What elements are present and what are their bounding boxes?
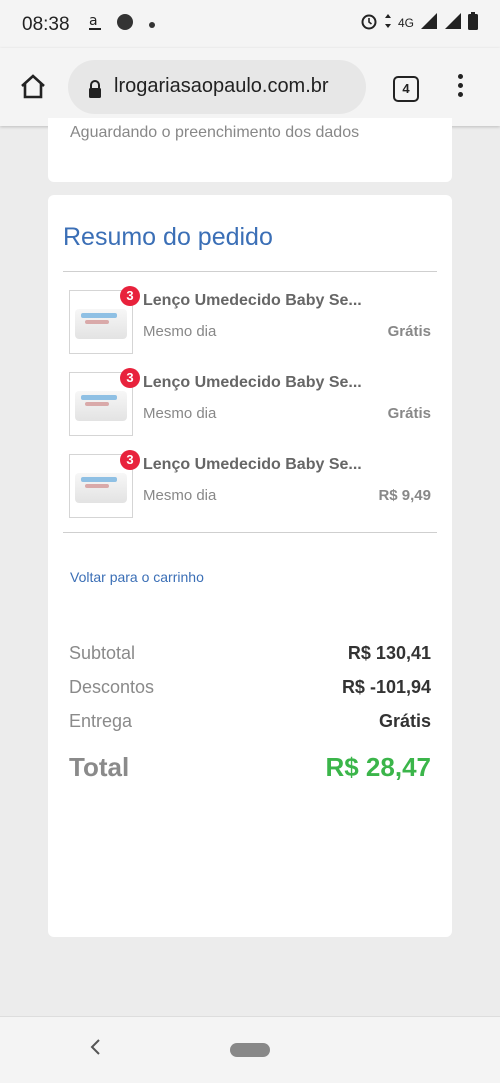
- discount-value: R$ -101,94: [341, 677, 431, 697]
- svg-text:a: a: [89, 13, 98, 29]
- tab-switcher-button[interactable]: 4: [393, 76, 419, 102]
- item-price: Grátis: [387, 405, 431, 422]
- quantity-badge: 3: [120, 286, 140, 306]
- item-name: Lenço Umedecido Baby Se...: [143, 456, 362, 473]
- item-price: R$ 9,49: [378, 487, 431, 504]
- system-nav-bar: [0, 1016, 500, 1083]
- back-icon[interactable]: [88, 1037, 102, 1063]
- signal-icon: [420, 12, 438, 33]
- order-item[interactable]: 3 Lenço Umedecido Baby Se... Mesmo dia R…: [69, 450, 437, 520]
- step-status-text: Aguardando o preenchimento dos dados: [70, 124, 360, 141]
- item-shipping: Mesmo dia: [143, 323, 217, 340]
- url-text: lrogariasaopaulo.com.br: [114, 75, 329, 97]
- quantity-badge: 3: [120, 450, 140, 470]
- alarm-icon: [360, 12, 378, 33]
- delivery-label: Entrega: [69, 711, 133, 731]
- order-item[interactable]: 3 Lenço Umedecido Baby Se... Mesmo dia G…: [69, 368, 437, 438]
- discount-label: Descontos: [69, 677, 155, 697]
- clock-time: 08:38: [22, 14, 70, 35]
- subtotal-value: R$ 130,41: [347, 643, 431, 663]
- total-label: Total: [69, 752, 130, 782]
- previous-step-card: Aguardando o preenchimento dos dados: [48, 118, 452, 182]
- address-bar[interactable]: lrogariasaopaulo.com.br: [68, 60, 366, 114]
- amazon-icon: a: [88, 13, 102, 36]
- delivery-value: Grátis: [378, 711, 431, 731]
- battery-icon: [468, 12, 478, 33]
- browser-toolbar: lrogariasaopaulo.com.br 4: [0, 48, 500, 126]
- order-summary-card: Resumo do pedido 3 Lenço Umedecido Baby …: [48, 195, 452, 937]
- signal-icon-2: [444, 12, 462, 33]
- item-name: Lenço Umedecido Baby Se...: [143, 374, 362, 391]
- item-shipping: Mesmo dia: [143, 487, 217, 504]
- summary-title: Resumo do pedido: [63, 223, 273, 251]
- order-item[interactable]: 3 Lenço Umedecido Baby Se... Mesmo dia G…: [69, 286, 437, 356]
- home-icon[interactable]: [18, 72, 48, 102]
- lock-icon: [88, 80, 102, 103]
- status-bar: 08:38 a 4G: [0, 0, 500, 48]
- subtotal-label: Subtotal: [69, 643, 136, 663]
- item-shipping: Mesmo dia: [143, 405, 217, 422]
- home-pill-button[interactable]: [230, 1043, 270, 1057]
- network-type: 4G: [397, 15, 414, 30]
- divider: [63, 532, 437, 533]
- data-arrows-icon: [384, 13, 392, 32]
- total-value: R$ 28,47: [325, 752, 431, 782]
- item-price: Grátis: [387, 323, 431, 340]
- overflow-menu-icon[interactable]: [456, 74, 464, 102]
- back-to-cart-link[interactable]: Voltar para o carrinho: [70, 569, 204, 585]
- notification-dot-icon: [148, 16, 156, 34]
- app-notification-icon: [116, 13, 134, 36]
- divider: [63, 271, 437, 272]
- quantity-badge: 3: [120, 368, 140, 388]
- item-name: Lenço Umedecido Baby Se...: [143, 292, 362, 309]
